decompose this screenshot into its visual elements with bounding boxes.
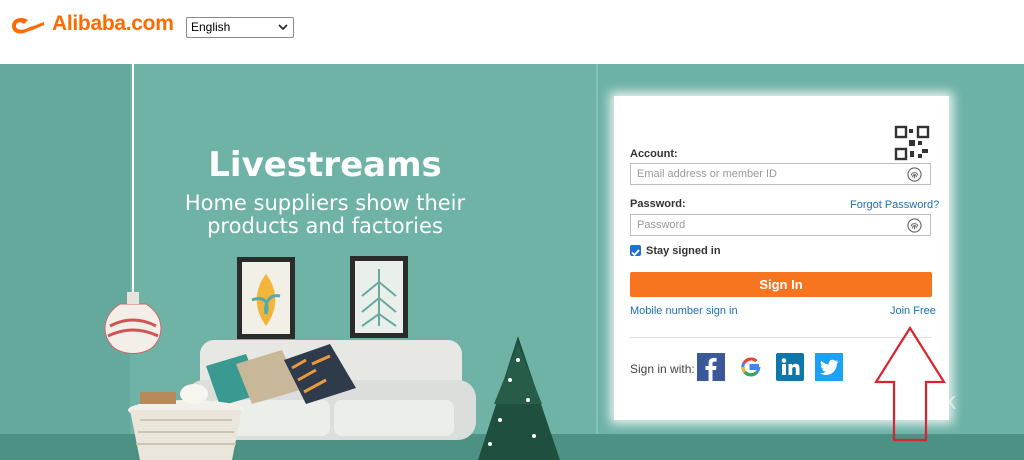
password-input[interactable]: Password — [630, 214, 931, 236]
qr-code-icon[interactable] — [894, 125, 930, 161]
up-arrow-annotation — [874, 326, 946, 442]
join-free-link[interactable]: Join Free — [890, 305, 936, 317]
forgot-password-link[interactable]: Forgot Password? — [850, 199, 939, 211]
mobile-sign-in-link[interactable]: Mobile number sign in — [630, 305, 738, 317]
account-input[interactable]: Email address or member ID — [630, 163, 931, 185]
password-placeholder: Password — [637, 219, 686, 231]
twitter-icon[interactable] — [815, 353, 843, 381]
facebook-icon[interactable] — [697, 353, 725, 381]
hero-subtitle-line1: Home suppliers show their — [184, 191, 466, 215]
hero-headline: Livestreams Home suppliers show their pr… — [180, 144, 470, 238]
stay-signed-in-label[interactable]: Stay signed in — [646, 245, 721, 257]
hero-title: Livestreams — [208, 145, 442, 185]
account-label: Account: — [630, 148, 678, 160]
language-select[interactable]: English — [186, 17, 294, 38]
brand-name: Alibaba.com — [52, 12, 174, 35]
top-bar: Alibaba.com English — [0, 0, 1024, 64]
room-illustration — [104, 64, 560, 460]
alibaba-logo[interactable]: Alibaba.com — [10, 12, 174, 36]
language-selected: English — [191, 20, 231, 34]
alibaba-logo-icon — [12, 18, 44, 34]
linkedin-icon[interactable] — [776, 353, 804, 381]
account-placeholder: Email address or member ID — [637, 168, 777, 180]
stay-signed-in-checkbox[interactable] — [630, 245, 641, 257]
fingerprint-icon[interactable] — [907, 218, 922, 233]
sign-in-button[interactable]: Sign In — [630, 272, 932, 297]
chevron-down-icon — [278, 24, 288, 31]
fingerprint-icon[interactable] — [907, 167, 922, 182]
google-icon[interactable] — [737, 353, 765, 381]
checkmark-icon — [631, 249, 640, 257]
sign-in-with-label: Sign in with: — [630, 362, 695, 376]
hero-subtitle-line2: products and factories — [207, 214, 443, 238]
password-label: Password: — [630, 198, 686, 210]
